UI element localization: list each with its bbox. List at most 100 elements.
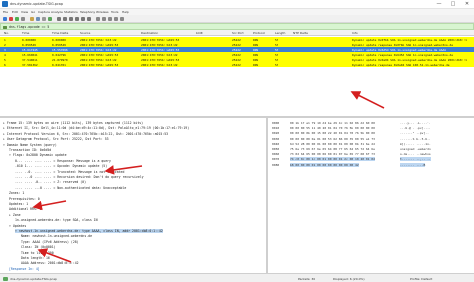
- column-header-time[interactable]: Time: [22, 31, 29, 35]
- column-header-time-delta[interactable]: Time Delta: [52, 31, 68, 35]
- hex-bytes: 74 c0 0c 00 1c 00 01 00 00 01 2c 00 10 2…: [290, 157, 375, 162]
- title-bar: dns-dynamic-update-TSIG.pcap — □ ✕: [0, 0, 474, 9]
- detail-line[interactable]: ▸ Internet Protocol Version 6, Src: 2001…: [3, 132, 168, 136]
- display-filter-input[interactable]: dns.flags.opcode == 5: [9, 25, 49, 29]
- open-file-icon[interactable]: [30, 17, 34, 21]
- packet-info: Dynamic update response 0x0a04 SOA 100.5…: [352, 62, 450, 67]
- detail-line[interactable]: .... .... .0.. .... = Z: reserved (0): [15, 180, 86, 184]
- status-bar: dns-dynamic-update-TSIG.pcap Packets: 30…: [0, 273, 474, 282]
- resize-columns-icon[interactable]: [120, 17, 124, 21]
- menu-statistics[interactable]: Statistics: [64, 10, 78, 14]
- stop-capture-icon[interactable]: [9, 17, 13, 21]
- detail-line[interactable]: Type: AAAA (IPv6 Address) (28): [21, 240, 79, 244]
- detail-line[interactable]: .... ..0. .... .... = Truncated: Message…: [15, 170, 124, 174]
- find-packet-icon[interactable]: [57, 17, 61, 21]
- minimize-button[interactable]: —: [432, 0, 446, 9]
- detail-line[interactable]: 1n-unsigned.weberdns.de: type SOA, class…: [15, 218, 98, 222]
- close-file-icon[interactable]: [42, 17, 46, 21]
- column-header-bidlt[interactable]: bIdlt: [196, 31, 203, 35]
- packet-no: 6: [4, 62, 6, 67]
- go-to-packet-icon[interactable]: [75, 17, 79, 21]
- packet-destination: 2001:470:765b::b15:22: [141, 62, 178, 67]
- window-title: dns-dynamic-update-TSIG.pcap: [10, 2, 64, 6]
- hex-offset: 0000: [272, 121, 280, 125]
- detail-line[interactable]: ▸ Ethernet II, Src: Dell_4c:11:0d (d4:be…: [3, 126, 189, 130]
- column-header-src-port[interactable]: Src Port: [232, 31, 244, 35]
- menu-file[interactable]: File: [3, 10, 8, 14]
- detail-line[interactable]: 0... .... .... .... = Response: Message …: [15, 159, 111, 163]
- status-profile[interactable]: Profile: Default: [410, 277, 432, 281]
- menu-capture[interactable]: Capture: [38, 10, 50, 14]
- column-header-ntp-delta[interactable]: NTP Delta: [293, 31, 308, 35]
- detail-line[interactable]: Updates: 1: [9, 202, 28, 206]
- hex-offset: 0080: [272, 162, 280, 167]
- start-capture-icon[interactable]: [3, 17, 7, 21]
- detail-line[interactable]: Zones: 1: [9, 191, 24, 195]
- detail-line[interactable]: ▸ User Datagram Protocol, Src Port: 2522…: [3, 137, 109, 141]
- zoom-in-icon[interactable]: [102, 17, 106, 21]
- menu-help[interactable]: Help: [122, 10, 129, 14]
- detail-line[interactable]: .... ...0 .... .... = Recursion desired:…: [15, 175, 144, 179]
- packet-list[interactable]: No. Time Time Delta Source Destination b…: [0, 30, 474, 116]
- close-button[interactable]: ✕: [460, 0, 474, 9]
- detail-line[interactable]: Transaction ID: 0x6d5d: [9, 148, 51, 152]
- detail-line[interactable]: .... .... ...0 .... = Non-authenticated …: [15, 186, 126, 190]
- menu-telephony[interactable]: Telephony: [80, 10, 95, 14]
- detail-line[interactable]: Class: IN (0x0001): [21, 245, 56, 249]
- zoom-out-icon[interactable]: [108, 17, 112, 21]
- normal-size-icon[interactable]: [114, 17, 118, 21]
- column-header-destination[interactable]: Destination: [141, 31, 158, 35]
- hex-ascii: ....y... .L....`.: [400, 121, 431, 125]
- packet-src-port: 25222: [232, 62, 241, 67]
- restart-capture-icon[interactable]: [15, 17, 19, 21]
- menu-view[interactable]: View: [21, 10, 28, 14]
- last-packet-icon[interactable]: [87, 17, 91, 21]
- column-header-no[interactable]: No.: [4, 31, 9, 35]
- options-icon[interactable]: [21, 17, 25, 21]
- detail-line[interactable]: ▾ Flags: 0x2800 Dynamic update: [9, 153, 67, 157]
- hex-offset: 0030: [272, 136, 280, 141]
- menu-tools[interactable]: Tools: [111, 10, 118, 14]
- hex-ascii: .......S b..5.U..: [400, 136, 431, 141]
- column-header-info[interactable]: Info: [352, 31, 358, 35]
- detail-line[interactable]: Name: newhost.1n-unsigned.weberdns.de: [21, 234, 92, 238]
- save-file-icon[interactable]: [36, 17, 40, 21]
- detail-line[interactable]: Data length: 16: [21, 256, 50, 260]
- detail-line[interactable]: ▾ Updates: [9, 224, 26, 228]
- packet-bytes-pane[interactable]: 0000 00 1b 17 e1 79 19 d4 be d9 4c 11 0d …: [268, 116, 474, 273]
- display-filter-bar[interactable]: dns.flags.opcode == 5: [0, 23, 474, 30]
- detail-line[interactable]: AAAA Address: 2001:db8:0:1::42: [21, 261, 79, 265]
- detail-line[interactable]: .010 1... .... .... = Opcode: Dynamic up…: [15, 164, 107, 168]
- menu-analyze[interactable]: Analyze: [51, 10, 63, 14]
- menu-wireless[interactable]: Wireless: [96, 10, 109, 14]
- detail-line[interactable]: Additional RRs: 0: [9, 207, 42, 211]
- menu-go[interactable]: Go: [31, 10, 35, 14]
- detail-line[interactable]: ▸ Frame 15: 139 bytes on wire (1112 bits…: [3, 121, 143, 125]
- hex-bytes: 75 6e 73 69 67 6e 65 64 08 77 65 62 65 7…: [290, 147, 375, 151]
- menu-edit[interactable]: Edit: [12, 10, 18, 14]
- go-forward-icon[interactable]: [69, 17, 73, 21]
- detail-line[interactable]: Time to live: 300: [21, 251, 54, 255]
- packet-source: 2001:470:765b::a015:53: [80, 62, 119, 67]
- bookmark-filter-icon[interactable]: [3, 25, 7, 29]
- response-in-link[interactable]: [Response In: 4]: [9, 267, 40, 271]
- detail-line[interactable]: ▾ Domain Name System (query): [3, 143, 57, 147]
- column-header-length[interactable]: Length: [275, 31, 285, 35]
- detail-line[interactable]: Prerequisites: 0: [9, 197, 40, 201]
- packet-protocol: DNS: [253, 62, 259, 67]
- column-header-source[interactable]: Source: [80, 31, 90, 35]
- reload-icon[interactable]: [48, 17, 52, 21]
- hex-bytes: 6d 5d 28 00 00 01 00 00 00 01 00 00 0b 3…: [290, 141, 375, 146]
- colorize-icon[interactable]: [96, 17, 100, 21]
- packet-length: 53: [275, 62, 279, 67]
- first-packet-icon[interactable]: [81, 17, 85, 21]
- go-back-icon[interactable]: [63, 17, 67, 21]
- detail-line[interactable]: ▸ Zone: [9, 213, 21, 217]
- packet-details-pane[interactable]: ▸ Frame 15: 139 bytes on wire (1112 bits…: [0, 116, 268, 273]
- hex-ascii: t....... ..,.. ..: [400, 157, 431, 162]
- detail-line-selected[interactable]: ▾ newhost.1n-unsigned.weberdns.de: type …: [15, 229, 163, 233]
- column-header-protocol[interactable]: Protocol: [253, 31, 265, 35]
- hex-bytes: 00 1b 17 e1 79 19 d4 be d9 4c 11 0d 86 d…: [290, 121, 375, 125]
- maximize-button[interactable]: □: [446, 0, 460, 9]
- packet-row[interactable]: 6 37.581362 0.041351 2001:470:765b::a015:53…: [0, 62, 474, 67]
